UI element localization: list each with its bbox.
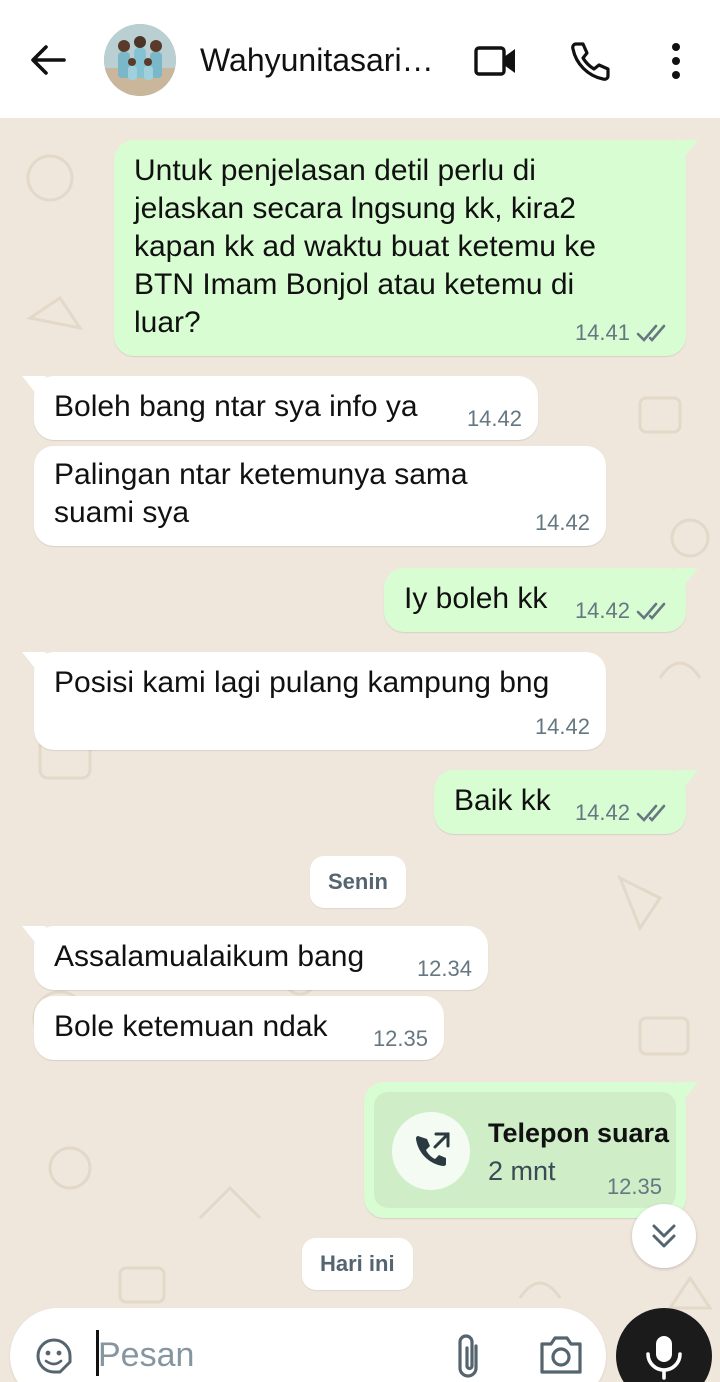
message-line: BTN Imam Bonjol atau ketemu di — [134, 268, 575, 301]
message-composer — [10, 1308, 606, 1382]
video-call-icon[interactable] — [472, 38, 518, 84]
incoming-message[interactable]: Palingan ntar ketemunya sama suami sya 1… — [34, 446, 606, 546]
incoming-message[interactable]: Bole ketemuan ndak 12.35 — [34, 996, 444, 1060]
message-meta: 14.42 — [575, 800, 670, 826]
message-line: Palingan ntar ketemunya sama — [54, 458, 468, 491]
incoming-message[interactable]: Posisi kami lagi pulang kampung bng 14.4… — [22, 652, 606, 750]
message-meta: 14.42 — [535, 510, 590, 536]
call-card[interactable]: Telepon suara 2 mnt 12.35 — [374, 1092, 676, 1208]
message-line: luar? — [134, 306, 201, 339]
message-time: 14.42 — [574, 598, 630, 623]
call-title: Telepon suara — [488, 1118, 670, 1148]
message-line: suami sya — [54, 496, 190, 529]
message-time: 12.34 — [416, 956, 472, 981]
message-time: 14.41 — [574, 320, 630, 345]
call-duration: 2 mnt — [488, 1156, 556, 1186]
chat-header: Wahyunitasari… — [0, 0, 720, 118]
double-check-icon — [636, 602, 666, 620]
message-input[interactable] — [98, 1334, 398, 1376]
voice-call-icon[interactable] — [568, 38, 614, 84]
message-time: 14.42 — [574, 800, 630, 825]
scroll-to-bottom-button[interactable] — [632, 1204, 696, 1268]
microphone-icon — [646, 1336, 682, 1380]
message-time: 14.42 — [534, 714, 590, 739]
back-arrow-icon[interactable] — [26, 38, 70, 82]
message-text: Assalamualaikum bang — [54, 940, 365, 973]
message-meta: 14.41 — [575, 320, 670, 346]
message-line: jelaskan secara lngsung kk, kira2 — [134, 192, 576, 225]
message-text: Palingan ntar ketemunya sama suami sya — [54, 456, 468, 532]
double-check-icon — [636, 804, 666, 822]
message-text: Bole ketemuan ndak — [54, 1010, 328, 1043]
message-meta: 12.35 — [607, 1174, 662, 1200]
avatar[interactable] — [104, 24, 176, 96]
chat-area[interactable]: Untuk penjelasan detil perlu di jelaskan… — [0, 118, 720, 1382]
sticker-emoji-icon[interactable] — [32, 1334, 76, 1378]
message-text: Posisi kami lagi pulang kampung bng — [54, 666, 550, 699]
message-meta: 14.42 — [467, 406, 522, 432]
double-check-icon — [636, 324, 666, 342]
outgoing-message[interactable]: Iy boleh kk 14.42 — [384, 568, 698, 632]
date-chip: Senin — [310, 856, 406, 908]
incoming-message[interactable]: Boleh bang ntar sya info ya 14.42 — [22, 376, 538, 440]
message-text: Iy boleh kk — [404, 582, 548, 615]
message-meta: 14.42 — [575, 598, 670, 624]
message-line: Untuk penjelasan detil perlu di — [134, 154, 536, 187]
voice-message-button[interactable] — [616, 1308, 712, 1382]
double-chevron-down-icon — [652, 1224, 676, 1248]
contact-name[interactable]: Wahyunitasari… — [200, 40, 450, 80]
outgoing-message[interactable]: Baik kk 14.42 — [434, 770, 698, 834]
camera-icon[interactable] — [536, 1332, 586, 1378]
message-time: 14.42 — [534, 510, 590, 535]
message-meta: 12.35 — [373, 1026, 428, 1052]
message-text: Baik kk — [454, 784, 551, 817]
outgoing-call-icon — [416, 1132, 450, 1166]
voice-call-message[interactable]: Telepon suara 2 mnt 12.35 — [364, 1082, 698, 1218]
date-chip: Hari ini — [302, 1238, 413, 1290]
message-meta: 14.42 — [535, 714, 590, 740]
call-icon-circle — [392, 1112, 470, 1190]
incoming-message[interactable]: Assalamualaikum bang 12.34 — [22, 926, 488, 990]
message-time: 14.42 — [466, 406, 522, 431]
outgoing-message[interactable]: Untuk penjelasan detil perlu di jelaskan… — [114, 140, 698, 356]
message-time: 12.35 — [606, 1174, 662, 1199]
message-line: kapan kk ad waktu buat ketemu ke — [134, 230, 596, 263]
message-time: 12.35 — [372, 1026, 428, 1051]
message-meta: 12.34 — [417, 956, 472, 982]
more-vert-icon[interactable] — [654, 38, 698, 84]
message-text: Boleh bang ntar sya info ya — [54, 390, 418, 423]
message-text: Untuk penjelasan detil perlu di jelaskan… — [134, 152, 596, 342]
attach-paperclip-icon[interactable] — [446, 1332, 490, 1382]
